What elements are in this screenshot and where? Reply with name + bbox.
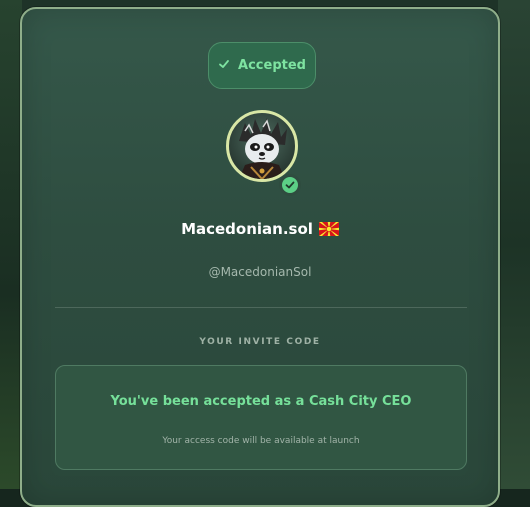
invite-availability-note: Your access code will be available at la… <box>162 436 360 446</box>
invite-accepted-message: You've been accepted as a Cash City CEO <box>110 394 412 409</box>
verified-check-icon <box>279 174 301 196</box>
profile-name: Macedonian.sol <box>181 220 313 238</box>
avatar-container <box>226 110 301 196</box>
profile-card: Accepted Macedonian.sol @MacedonianSol Y… <box>20 7 500 507</box>
avatar <box>226 110 298 182</box>
invite-section-label: YOUR INVITE CODE <box>199 337 321 347</box>
north-macedonia-flag-icon <box>318 222 339 236</box>
profile-name-row: Macedonian.sol <box>22 220 498 238</box>
accepted-status-badge: Accepted <box>208 42 316 89</box>
profile-handle: @MacedonianSol <box>208 265 312 279</box>
section-divider <box>55 307 467 308</box>
background-left-scene <box>0 0 22 489</box>
status-label: Accepted <box>238 58 306 73</box>
invite-code-box: You've been accepted as a Cash City CEO … <box>55 365 467 470</box>
check-icon <box>218 58 230 74</box>
background-right-scene <box>498 0 530 489</box>
panda-avatar <box>239 118 287 179</box>
